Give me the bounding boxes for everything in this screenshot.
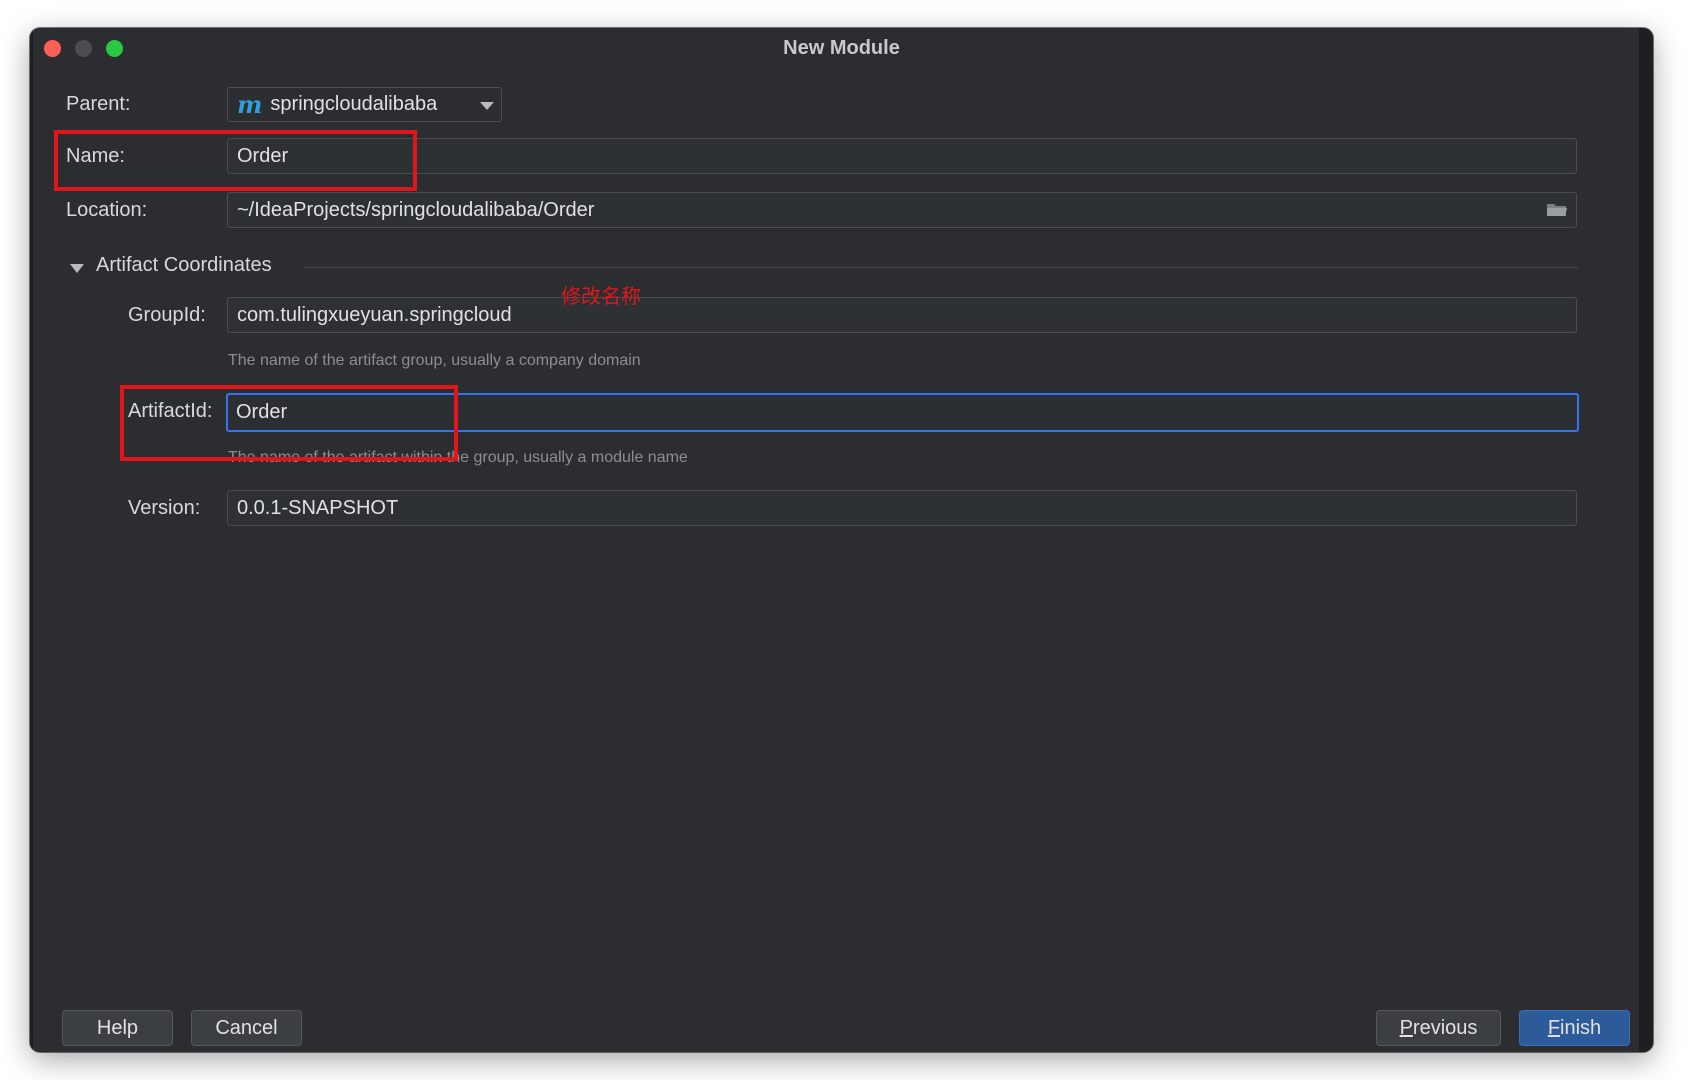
- window-edge: [30, 28, 33, 1052]
- title-bar: New Module: [30, 28, 1653, 70]
- annotation-text: 修改名称: [561, 284, 641, 308]
- help-button[interactable]: Help: [62, 1010, 173, 1046]
- finish-button[interactable]: Finish: [1519, 1010, 1630, 1046]
- name-field[interactable]: Order: [227, 138, 1577, 174]
- parent-value: springcloudalibaba: [270, 93, 438, 115]
- artifactid-highlight-box: [120, 385, 458, 461]
- finish-mnemonic: F: [1547, 1016, 1561, 1039]
- cancel-button[interactable]: Cancel: [191, 1010, 302, 1046]
- section-title-artifact-coordinates[interactable]: Artifact Coordinates: [96, 254, 272, 277]
- location-value: ~/IdeaProjects/springcloudalibaba/Order: [237, 198, 595, 221]
- previous-button[interactable]: Previous: [1376, 1010, 1501, 1046]
- groupid-field[interactable]: com.tulingxueyuan.springcloud: [227, 297, 1577, 333]
- location-label: Location:: [66, 199, 148, 221]
- groupid-hint: The name of the artifact group, usually …: [228, 352, 641, 369]
- parent-label: Parent:: [66, 93, 131, 115]
- maven-module-icon: m: [237, 90, 263, 119]
- version-label: Version:: [128, 497, 201, 519]
- version-value: 0.0.1-SNAPSHOT: [237, 496, 399, 519]
- collapse-triangle-icon[interactable]: [70, 264, 84, 273]
- new-module-dialog: New Module Parent: m springcloudalibaba …: [30, 28, 1653, 1052]
- location-field[interactable]: ~/IdeaProjects/springcloudalibaba/Order: [227, 192, 1577, 228]
- dialog-title: New Module: [783, 37, 900, 59]
- chevron-down-icon: [480, 102, 494, 110]
- section-divider: [304, 267, 1578, 268]
- groupid-value: com.tulingxueyuan.springcloud: [237, 303, 512, 326]
- name-highlight-box: [54, 130, 417, 191]
- folder-icon[interactable]: [1546, 202, 1568, 218]
- background-editor-strip: [1639, 28, 1653, 1052]
- groupid-label: GroupId:: [128, 304, 206, 326]
- finish-label: inish: [1560, 1016, 1602, 1039]
- previous-mnemonic: P: [1399, 1016, 1413, 1039]
- parent-combobox[interactable]: m springcloudalibaba: [227, 87, 502, 122]
- previous-label: revious: [1412, 1016, 1478, 1039]
- version-field[interactable]: 0.0.1-SNAPSHOT: [227, 490, 1577, 526]
